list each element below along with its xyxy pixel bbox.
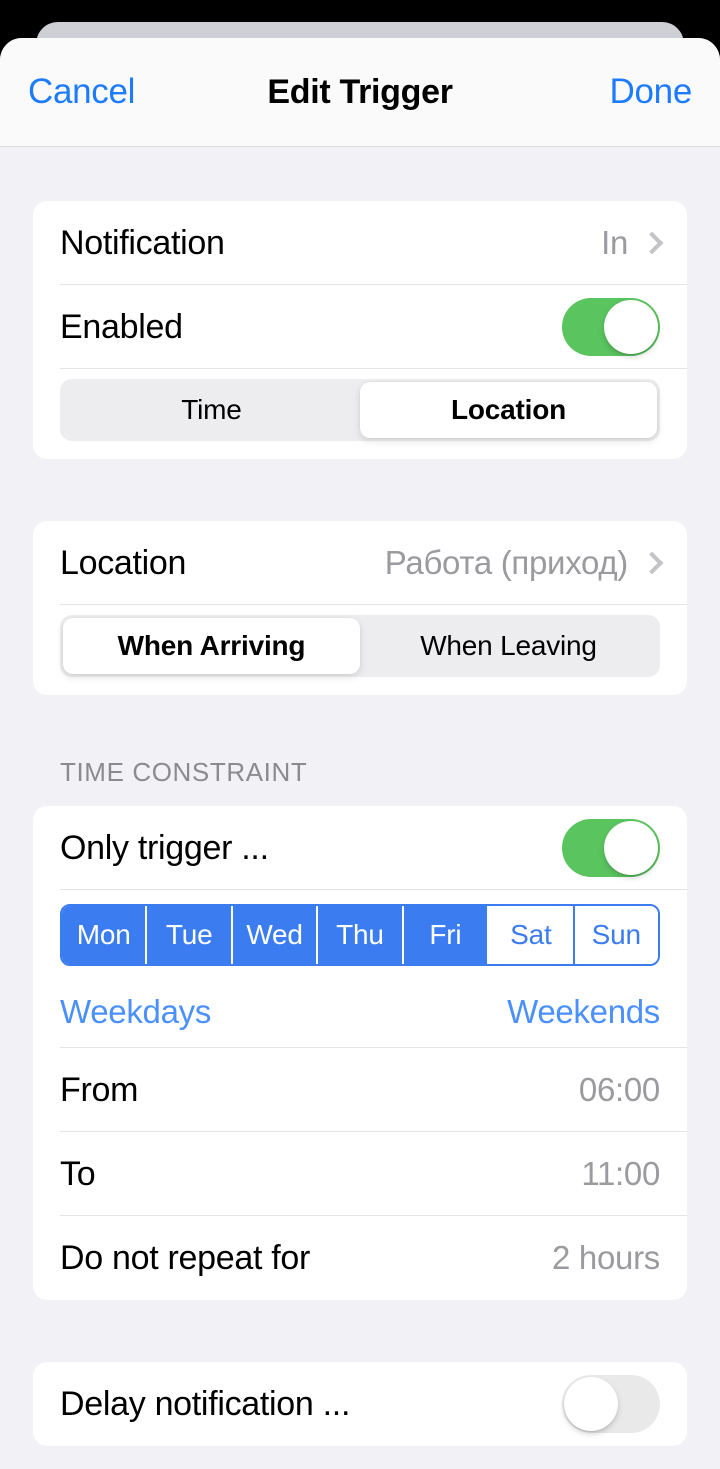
from-label: From <box>60 1070 139 1109</box>
trigger-type-segmented-control[interactable]: Time Location <box>60 379 660 441</box>
spacer-after-location-card <box>0 695 720 757</box>
notification-row[interactable]: Notification In <box>33 201 687 285</box>
to-row[interactable]: To 11:00 <box>33 1132 687 1216</box>
day-fri[interactable]: Fri <box>403 906 490 964</box>
trigger-card: Notification In Enabled Time Location <box>33 201 687 459</box>
settings-content: Notification In Enabled Time Location Lo… <box>0 147 720 1446</box>
enabled-row: Enabled <box>33 285 687 369</box>
location-direction-segmented-wrap: When Arriving When Leaving <box>33 605 687 695</box>
location-card: Location Работа (приход) When Arriving W… <box>33 521 687 695</box>
day-wed[interactable]: Wed <box>232 906 319 964</box>
modal-sheet: Cancel Edit Trigger Done Notification In… <box>0 38 720 1469</box>
weekdays-link[interactable]: Weekdays <box>60 993 211 1031</box>
day-picker[interactable]: Mon Tue Wed Thu Fri Sat Sun <box>60 904 660 966</box>
trigger-type-segmented-wrap: Time Location <box>33 369 687 459</box>
to-value: 11:00 <box>581 1155 660 1192</box>
do-not-repeat-row[interactable]: Do not repeat for 2 hours <box>33 1216 687 1300</box>
delay-notification-label: Delay notification ... <box>60 1384 351 1423</box>
chevron-right-icon <box>640 231 664 255</box>
tab-when-arriving[interactable]: When Arriving <box>63 618 360 674</box>
only-trigger-row: Only trigger ... <box>33 806 687 890</box>
delay-notification-toggle[interactable] <box>562 1375 660 1433</box>
notification-label: Notification <box>60 223 225 262</box>
day-picker-wrap: Mon Tue Wed Thu Fri Sat Sun <box>33 890 687 976</box>
time-constraint-card: Only trigger ... Mon Tue Wed Thu Fri Sat… <box>33 806 687 1300</box>
day-mon[interactable]: Mon <box>62 906 148 964</box>
location-value: Работа (приход) <box>384 544 629 581</box>
phone-screen: Cancel Edit Trigger Done Notification In… <box>0 0 720 1469</box>
only-trigger-label: Only trigger ... <box>60 828 269 867</box>
day-sat[interactable]: Sat <box>489 906 575 964</box>
chevron-right-icon <box>640 551 664 575</box>
from-value: 06:00 <box>578 1071 660 1108</box>
notification-value: In <box>601 224 628 261</box>
do-not-repeat-value: 2 hours <box>552 1239 660 1276</box>
tab-time[interactable]: Time <box>63 382 360 438</box>
done-button[interactable]: Done <box>610 72 693 112</box>
day-sun[interactable]: Sun <box>574 906 658 964</box>
do-not-repeat-label: Do not repeat for <box>60 1238 311 1277</box>
spacer-top <box>0 147 720 201</box>
enabled-label: Enabled <box>60 307 183 346</box>
location-row[interactable]: Location Работа (приход) <box>33 521 687 605</box>
delay-notification-row: Delay notification ... <box>33 1362 687 1446</box>
time-constraint-section-header: TIME CONSTRAINT <box>60 757 308 787</box>
cancel-button[interactable]: Cancel <box>28 72 135 112</box>
only-trigger-toggle-knob <box>604 821 658 875</box>
day-tue[interactable]: Tue <box>147 906 233 964</box>
spacer-after-time-card <box>0 1300 720 1362</box>
to-label: To <box>60 1154 96 1193</box>
enabled-toggle-knob <box>604 300 658 354</box>
day-thu[interactable]: Thu <box>318 906 404 964</box>
location-label: Location <box>60 543 187 582</box>
location-value-group: Работа (приход) <box>384 544 664 582</box>
tab-location[interactable]: Location <box>360 382 657 438</box>
enabled-toggle[interactable] <box>562 298 660 356</box>
weekends-link[interactable]: Weekends <box>507 993 660 1031</box>
location-direction-segmented-control[interactable]: When Arriving When Leaving <box>60 615 660 677</box>
day-shortcuts-row: Weekdays Weekends <box>33 976 687 1048</box>
delay-notification-toggle-knob <box>564 1377 618 1431</box>
from-row[interactable]: From 06:00 <box>33 1048 687 1132</box>
notification-value-group: In <box>601 224 664 262</box>
delay-card: Delay notification ... <box>33 1362 687 1446</box>
spacer-after-trigger-card <box>0 459 720 521</box>
navigation-bar: Cancel Edit Trigger Done <box>0 38 720 147</box>
tab-when-leaving[interactable]: When Leaving <box>360 618 657 674</box>
only-trigger-toggle[interactable] <box>562 819 660 877</box>
